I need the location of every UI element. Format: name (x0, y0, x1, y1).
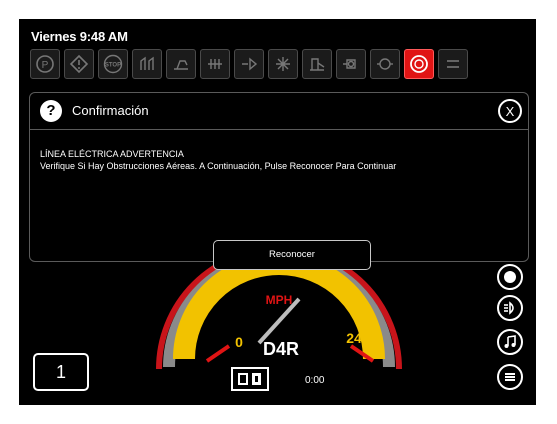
transmission-icon[interactable] (200, 49, 230, 79)
menu-icon[interactable] (438, 49, 468, 79)
blade-icon[interactable] (302, 49, 332, 79)
indicator-bar: P STOP (30, 49, 468, 81)
confirmation-dialog: ? Confirmación X LÍNEA ELÉCTRICA ADVERTE… (29, 92, 529, 270)
warning-title: LÍNEA ELÉCTRICA ADVERTENCIA (40, 149, 184, 159)
gauge-min: 0 (235, 334, 243, 350)
hydraulic-icon[interactable] (132, 49, 162, 79)
svg-text:STOP: STOP (105, 63, 121, 69)
stop-icon[interactable]: STOP (98, 49, 128, 79)
gauge-unit: MPH (266, 293, 293, 307)
close-button[interactable]: X (498, 99, 522, 123)
warning-message: Verifique Si Hay Obstrucciones Aéreas. A… (40, 161, 397, 171)
dialog-title: Confirmación (72, 103, 149, 118)
music-button[interactable] (497, 329, 523, 355)
menu-button[interactable] (497, 364, 523, 390)
ripper-icon[interactable] (166, 49, 196, 79)
display-screen: Viernes 9:48 AM P STOP MPH 0 24 1 D4R 0:0… (19, 19, 536, 405)
implement-icon[interactable] (234, 49, 264, 79)
acknowledge-button[interactable]: Reconocer (213, 240, 371, 270)
parking-brake-icon[interactable]: P (30, 49, 60, 79)
timer-readout: 0:00 (305, 375, 325, 386)
lights-button[interactable] (497, 264, 523, 290)
headlight-button[interactable] (497, 295, 523, 321)
gauge-max: 24 (346, 330, 362, 346)
date-time: Viernes 9:48 AM (31, 29, 128, 44)
oil-icon[interactable] (370, 49, 400, 79)
gear-selector-display[interactable]: 1 (33, 353, 89, 391)
question-icon: ? (40, 100, 62, 122)
direction-gear-label: D4R (262, 339, 299, 359)
svg-text:P: P (42, 60, 49, 71)
warning-icon[interactable] (64, 49, 94, 79)
seat-mode-icon[interactable] (231, 367, 269, 391)
powerline-alert-icon[interactable] (404, 49, 434, 79)
dialog-header: ? Confirmación X (30, 93, 528, 130)
cooling-icon[interactable] (268, 49, 298, 79)
engine-icon[interactable] (336, 49, 366, 79)
